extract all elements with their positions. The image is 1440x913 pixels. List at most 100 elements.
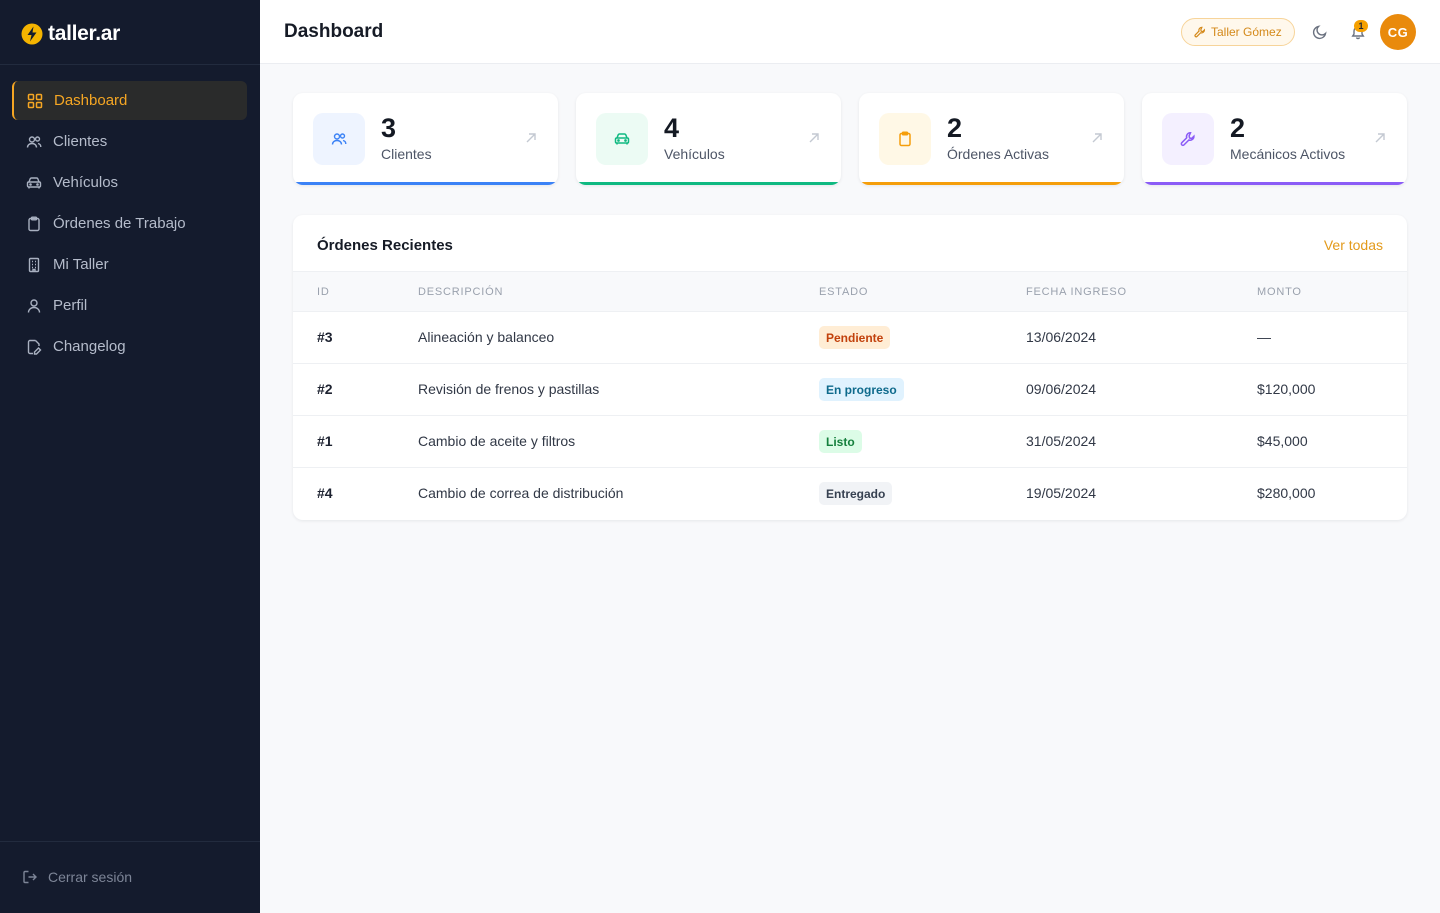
- order-description: Revisión de frenos y pastillas: [418, 381, 600, 397]
- table-row[interactable]: #2 Revisión de frenos y pastillas En pro…: [293, 364, 1407, 416]
- user-icon: [25, 297, 43, 315]
- panel-title: Órdenes Recientes: [317, 237, 453, 254]
- sidebar-item-perfil[interactable]: Perfil: [12, 286, 247, 325]
- file-edit-icon: [25, 338, 43, 356]
- order-amount: $280,000: [1257, 485, 1316, 501]
- brand-divider: [0, 64, 260, 65]
- sidebar-item-label: Changelog: [53, 338, 126, 355]
- sidebar-item-label: Mi Taller: [53, 256, 109, 273]
- status-badge: Pendiente: [819, 326, 891, 349]
- arrow-up-right-icon: [1092, 133, 1102, 143]
- table-header: ID DESCRIPCIÓN ESTADO FECHA INGRESO MONT…: [293, 271, 1407, 312]
- sidebar-item-label: Clientes: [53, 133, 108, 150]
- stat-icon-box: [1162, 113, 1214, 165]
- logout-label: Cerrar sesión: [48, 869, 133, 885]
- sidebar: taller.ar Dashboard Clientes Vehículos Ó…: [0, 0, 260, 913]
- arrow-up-right-icon: [809, 133, 819, 143]
- order-date: 13/06/2024: [1026, 329, 1097, 345]
- stat-icon-box: [313, 113, 365, 165]
- column-header-descripcion: DESCRIPCIÓN: [418, 286, 504, 298]
- table-row[interactable]: #1 Cambio de aceite y filtros Listo 31/0…: [293, 416, 1407, 468]
- sidebar-item-label: Perfil: [53, 297, 88, 314]
- stat-card-ordenes-activas[interactable]: 2 Órdenes Activas: [859, 93, 1124, 185]
- stat-card-mecanicos-activos[interactable]: 2 Mecánicos Activos: [1142, 93, 1407, 185]
- stat-icon-box: [596, 113, 648, 165]
- stat-value: 4: [664, 113, 680, 143]
- order-amount: $120,000: [1257, 381, 1316, 397]
- logout-divider: [0, 841, 260, 842]
- stat-accent-bar: [293, 182, 558, 185]
- moon-icon: [1312, 25, 1327, 40]
- sidebar-item-label: Órdenes de Trabajo: [53, 215, 186, 232]
- sidebar-item-changelog[interactable]: Changelog: [12, 327, 247, 366]
- order-id: #3: [317, 329, 333, 345]
- arrow-up-right-icon: [1375, 133, 1385, 143]
- workshop-badge[interactable]: Taller Gómez: [1181, 18, 1295, 46]
- order-date: 31/05/2024: [1026, 433, 1097, 449]
- notification-count-badge: 1: [1354, 20, 1368, 32]
- stat-accent-bar: [1142, 182, 1407, 185]
- recent-orders-panel: Órdenes Recientes Ver todas ID DESCRIPCI…: [293, 215, 1407, 520]
- stat-accent-bar: [576, 182, 841, 185]
- order-amount: $45,000: [1257, 433, 1308, 449]
- car-icon: [614, 133, 630, 145]
- car-icon: [25, 174, 43, 192]
- view-all-link[interactable]: Ver todas: [1324, 237, 1383, 253]
- sidebar-item-vehiculos[interactable]: Vehículos: [12, 163, 247, 202]
- table-row[interactable]: #4 Cambio de correa de distribución Entr…: [293, 468, 1407, 520]
- order-amount: —: [1257, 329, 1271, 345]
- page-title: Dashboard: [284, 21, 384, 42]
- brand-name: taller.ar: [48, 22, 121, 45]
- sidebar-item-label: Vehículos: [53, 174, 119, 191]
- stat-accent-bar: [859, 182, 1124, 185]
- brand-logo[interactable]: taller.ar: [20, 21, 120, 47]
- column-header-estado: ESTADO: [819, 286, 869, 298]
- stat-value: 3: [381, 113, 397, 143]
- status-badge: Listo: [819, 430, 862, 453]
- avatar[interactable]: CG: [1380, 14, 1416, 50]
- building-icon: [25, 256, 43, 274]
- users-icon: [331, 133, 347, 145]
- sidebar-item-mi-taller[interactable]: Mi Taller: [12, 245, 247, 284]
- order-id: #4: [317, 485, 333, 501]
- order-id: #2: [317, 381, 333, 397]
- wrench-icon: [1194, 26, 1206, 38]
- stat-value: 2: [947, 113, 963, 143]
- sidebar-item-ordenes[interactable]: Órdenes de Trabajo: [12, 204, 247, 243]
- workshop-name: Taller Gómez: [1211, 25, 1282, 39]
- clipboard-icon: [899, 131, 911, 147]
- stat-value: 2: [1230, 113, 1246, 143]
- stat-label: Órdenes Activas: [947, 146, 1049, 162]
- bolt-logo-icon: [21, 23, 43, 45]
- users-icon: [25, 133, 43, 151]
- sidebar-item-clientes[interactable]: Clientes: [12, 122, 247, 161]
- column-header-id: ID: [317, 286, 330, 298]
- stat-label: Vehículos: [664, 146, 725, 162]
- order-date: 19/05/2024: [1026, 485, 1097, 501]
- stat-card-clientes[interactable]: 3 Clientes: [293, 93, 558, 185]
- theme-toggle-button[interactable]: [1309, 21, 1331, 43]
- status-badge: Entregado: [819, 482, 893, 505]
- order-description: Cambio de aceite y filtros: [418, 433, 576, 449]
- clipboard-icon: [25, 215, 43, 233]
- order-date: 09/06/2024: [1026, 381, 1097, 397]
- stat-icon-box: [879, 113, 931, 165]
- arrow-up-right-icon: [526, 133, 536, 143]
- status-badge: En progreso: [819, 378, 904, 401]
- grid-icon: [26, 92, 44, 110]
- column-header-fecha: FECHA INGRESO: [1026, 286, 1127, 298]
- logout-icon: [22, 868, 40, 886]
- wrench-icon: [1180, 132, 1195, 147]
- top-header: Dashboard Taller Gómez 1 CG: [260, 0, 1440, 64]
- order-description: Alineación y balanceo: [418, 329, 555, 345]
- table-row[interactable]: #3 Alineación y balanceo Pendiente 13/06…: [293, 312, 1407, 364]
- logout-button[interactable]: Cerrar sesión: [22, 866, 132, 888]
- sidebar-nav: Dashboard Clientes Vehículos Órdenes de …: [12, 81, 247, 368]
- stat-label: Mecánicos Activos: [1230, 146, 1346, 162]
- sidebar-item-dashboard[interactable]: Dashboard: [12, 81, 247, 120]
- order-id: #1: [317, 433, 333, 449]
- stat-label: Clientes: [381, 146, 432, 162]
- order-description: Cambio de correa de distribución: [418, 485, 624, 501]
- stat-card-vehiculos[interactable]: 4 Vehículos: [576, 93, 841, 185]
- column-header-monto: MONTO: [1257, 286, 1302, 298]
